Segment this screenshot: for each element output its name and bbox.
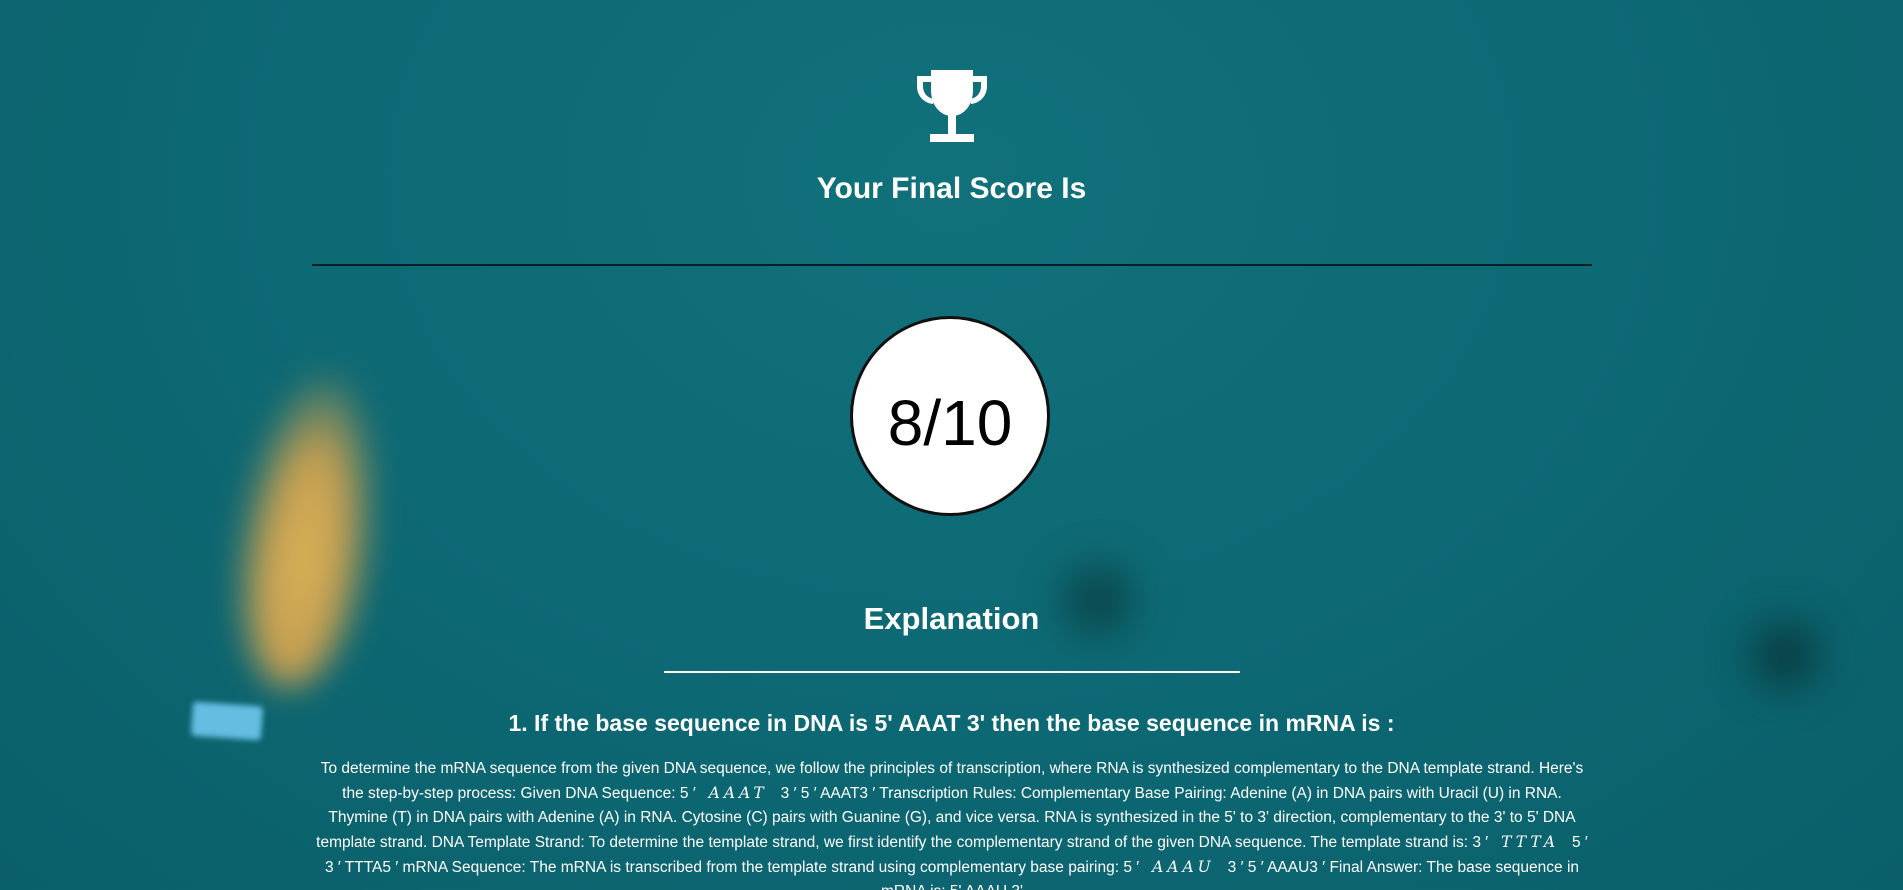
answer-explanation: To determine the mRNA sequence from the … xyxy=(312,757,1592,890)
question-text: 1. If the base sequence in DNA is 5' AAA… xyxy=(508,710,1395,736)
divider xyxy=(664,671,1240,673)
explanation-heading: Explanation xyxy=(863,601,1040,636)
score-circle: 8/10 xyxy=(850,316,1050,516)
trophy-icon xyxy=(917,70,987,142)
result-page: Your Final Score Is 8/10 Explanation 1. … xyxy=(0,0,1903,890)
score-value: 8/10 xyxy=(887,387,1013,459)
math-sequence: AAAT xyxy=(708,784,768,802)
math-sequence: TTTA xyxy=(1501,833,1560,851)
divider xyxy=(312,264,1592,266)
final-score-title: Your Final Score Is xyxy=(816,172,1087,205)
math-sequence: AAAU xyxy=(1152,858,1215,876)
